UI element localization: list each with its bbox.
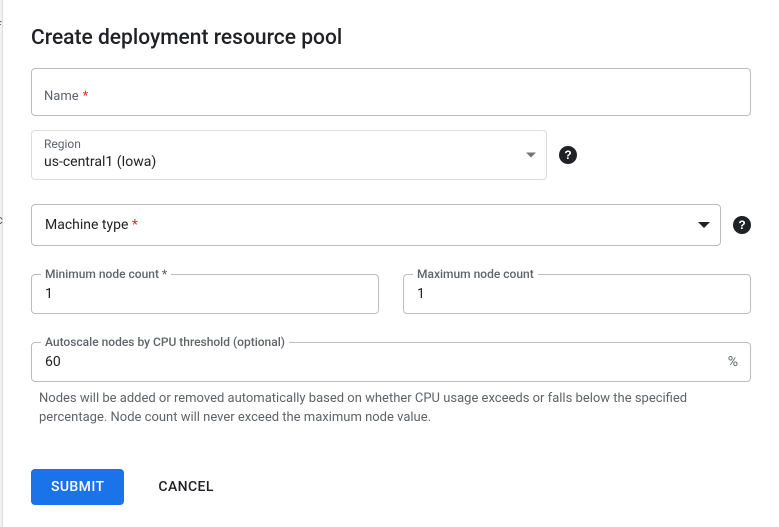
background-fragment: f — [0, 20, 2, 35]
required-indicator: * — [83, 89, 89, 104]
min-node-count-label: Minimum node count — [45, 267, 159, 281]
percent-suffix: % — [728, 354, 738, 370]
max-node-count-field[interactable]: Maximum node count — [403, 274, 751, 314]
required-indicator: * — [132, 217, 138, 233]
submit-button[interactable]: SUBMIT — [31, 469, 124, 505]
machine-type-label: Machine type — [45, 217, 128, 233]
region-label: Region — [44, 137, 534, 151]
chevron-down-icon — [698, 222, 710, 228]
autoscale-threshold-field[interactable]: Autoscale nodes by CPU threshold (option… — [31, 342, 751, 382]
page-title: Create deployment resource pool — [31, 26, 751, 50]
chevron-down-icon — [526, 153, 536, 158]
min-node-count-field[interactable]: Minimum node count * — [31, 274, 379, 314]
create-resource-pool-panel: Create deployment resource pool Name * R… — [3, 0, 779, 527]
region-select[interactable]: Region us-central1 (Iowa) — [31, 130, 547, 180]
machine-type-select[interactable]: Machine type * — [31, 204, 721, 246]
help-icon[interactable]: ? — [733, 216, 751, 234]
help-icon[interactable]: ? — [559, 146, 577, 164]
required-indicator: * — [162, 267, 167, 281]
region-value: us-central1 (Iowa) — [44, 154, 534, 170]
dialog-footer: SUBMIT CANCEL — [31, 463, 751, 505]
autoscale-label: Autoscale nodes by CPU threshold (option… — [41, 335, 289, 349]
cancel-button[interactable]: CANCEL — [150, 469, 221, 505]
autoscale-helper-text: Nodes will be added or removed automatic… — [31, 390, 751, 428]
name-field[interactable]: Name * — [31, 68, 751, 116]
max-node-count-label: Maximum node count — [417, 267, 534, 281]
name-label: Name — [44, 89, 79, 104]
